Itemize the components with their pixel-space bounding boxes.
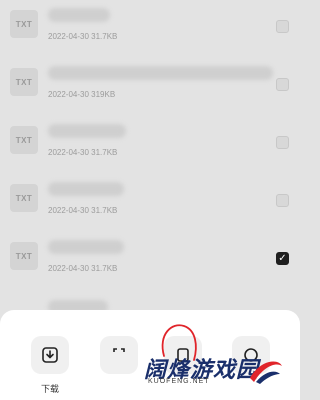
file-row[interactable]: TXT 2022-04-30 31.7KB ✓	[0, 232, 300, 290]
file-checkbox[interactable]	[276, 20, 289, 33]
file-name-blurred	[48, 182, 124, 196]
file-meta: 2022-04-30 31.7KB	[48, 264, 118, 273]
download-icon	[42, 347, 58, 363]
file-meta: 2022-04-30 31.7KB	[48, 148, 118, 157]
file-row[interactable]: TXT 2022-04-30 31.7KB	[0, 0, 300, 58]
file-meta: 2022-04-30 31.7KB	[48, 206, 118, 215]
file-name-blurred	[48, 66, 273, 80]
file-checkbox-checked[interactable]: ✓	[276, 252, 289, 265]
txt-file-icon: TXT	[10, 10, 38, 38]
watermark-subtitle: KUOFENG.NET	[148, 378, 210, 385]
site-watermark: 阔烽游戏园 KUOFENG.NET	[136, 352, 286, 392]
watermark-swoosh-icon	[250, 361, 282, 384]
txt-file-icon: TXT	[10, 242, 38, 270]
file-checkbox[interactable]	[276, 194, 289, 207]
download-label: 下载	[40, 384, 59, 394]
file-row[interactable]: TXT 2022-04-30 319KB	[0, 58, 300, 116]
file-checkbox[interactable]	[276, 78, 289, 91]
file-row[interactable]: TXT 2022-04-30 31.7KB	[0, 116, 300, 174]
txt-file-icon: TXT	[10, 184, 38, 212]
txt-file-icon: TXT	[10, 126, 38, 154]
file-row[interactable]: TXT 2022-04-30 31.7KB	[0, 174, 300, 232]
file-name-blurred	[48, 240, 124, 254]
action-button-2[interactable]	[100, 336, 138, 374]
download-button[interactable]	[31, 336, 69, 374]
file-meta: 2022-04-30 319KB	[48, 90, 116, 99]
file-name-blurred	[48, 8, 110, 22]
file-meta: 2022-04-30 31.7KB	[48, 32, 118, 41]
action-icon	[113, 348, 125, 352]
txt-file-icon: TXT	[10, 68, 38, 96]
file-name-blurred	[48, 124, 126, 138]
file-checkbox[interactable]	[276, 136, 289, 149]
